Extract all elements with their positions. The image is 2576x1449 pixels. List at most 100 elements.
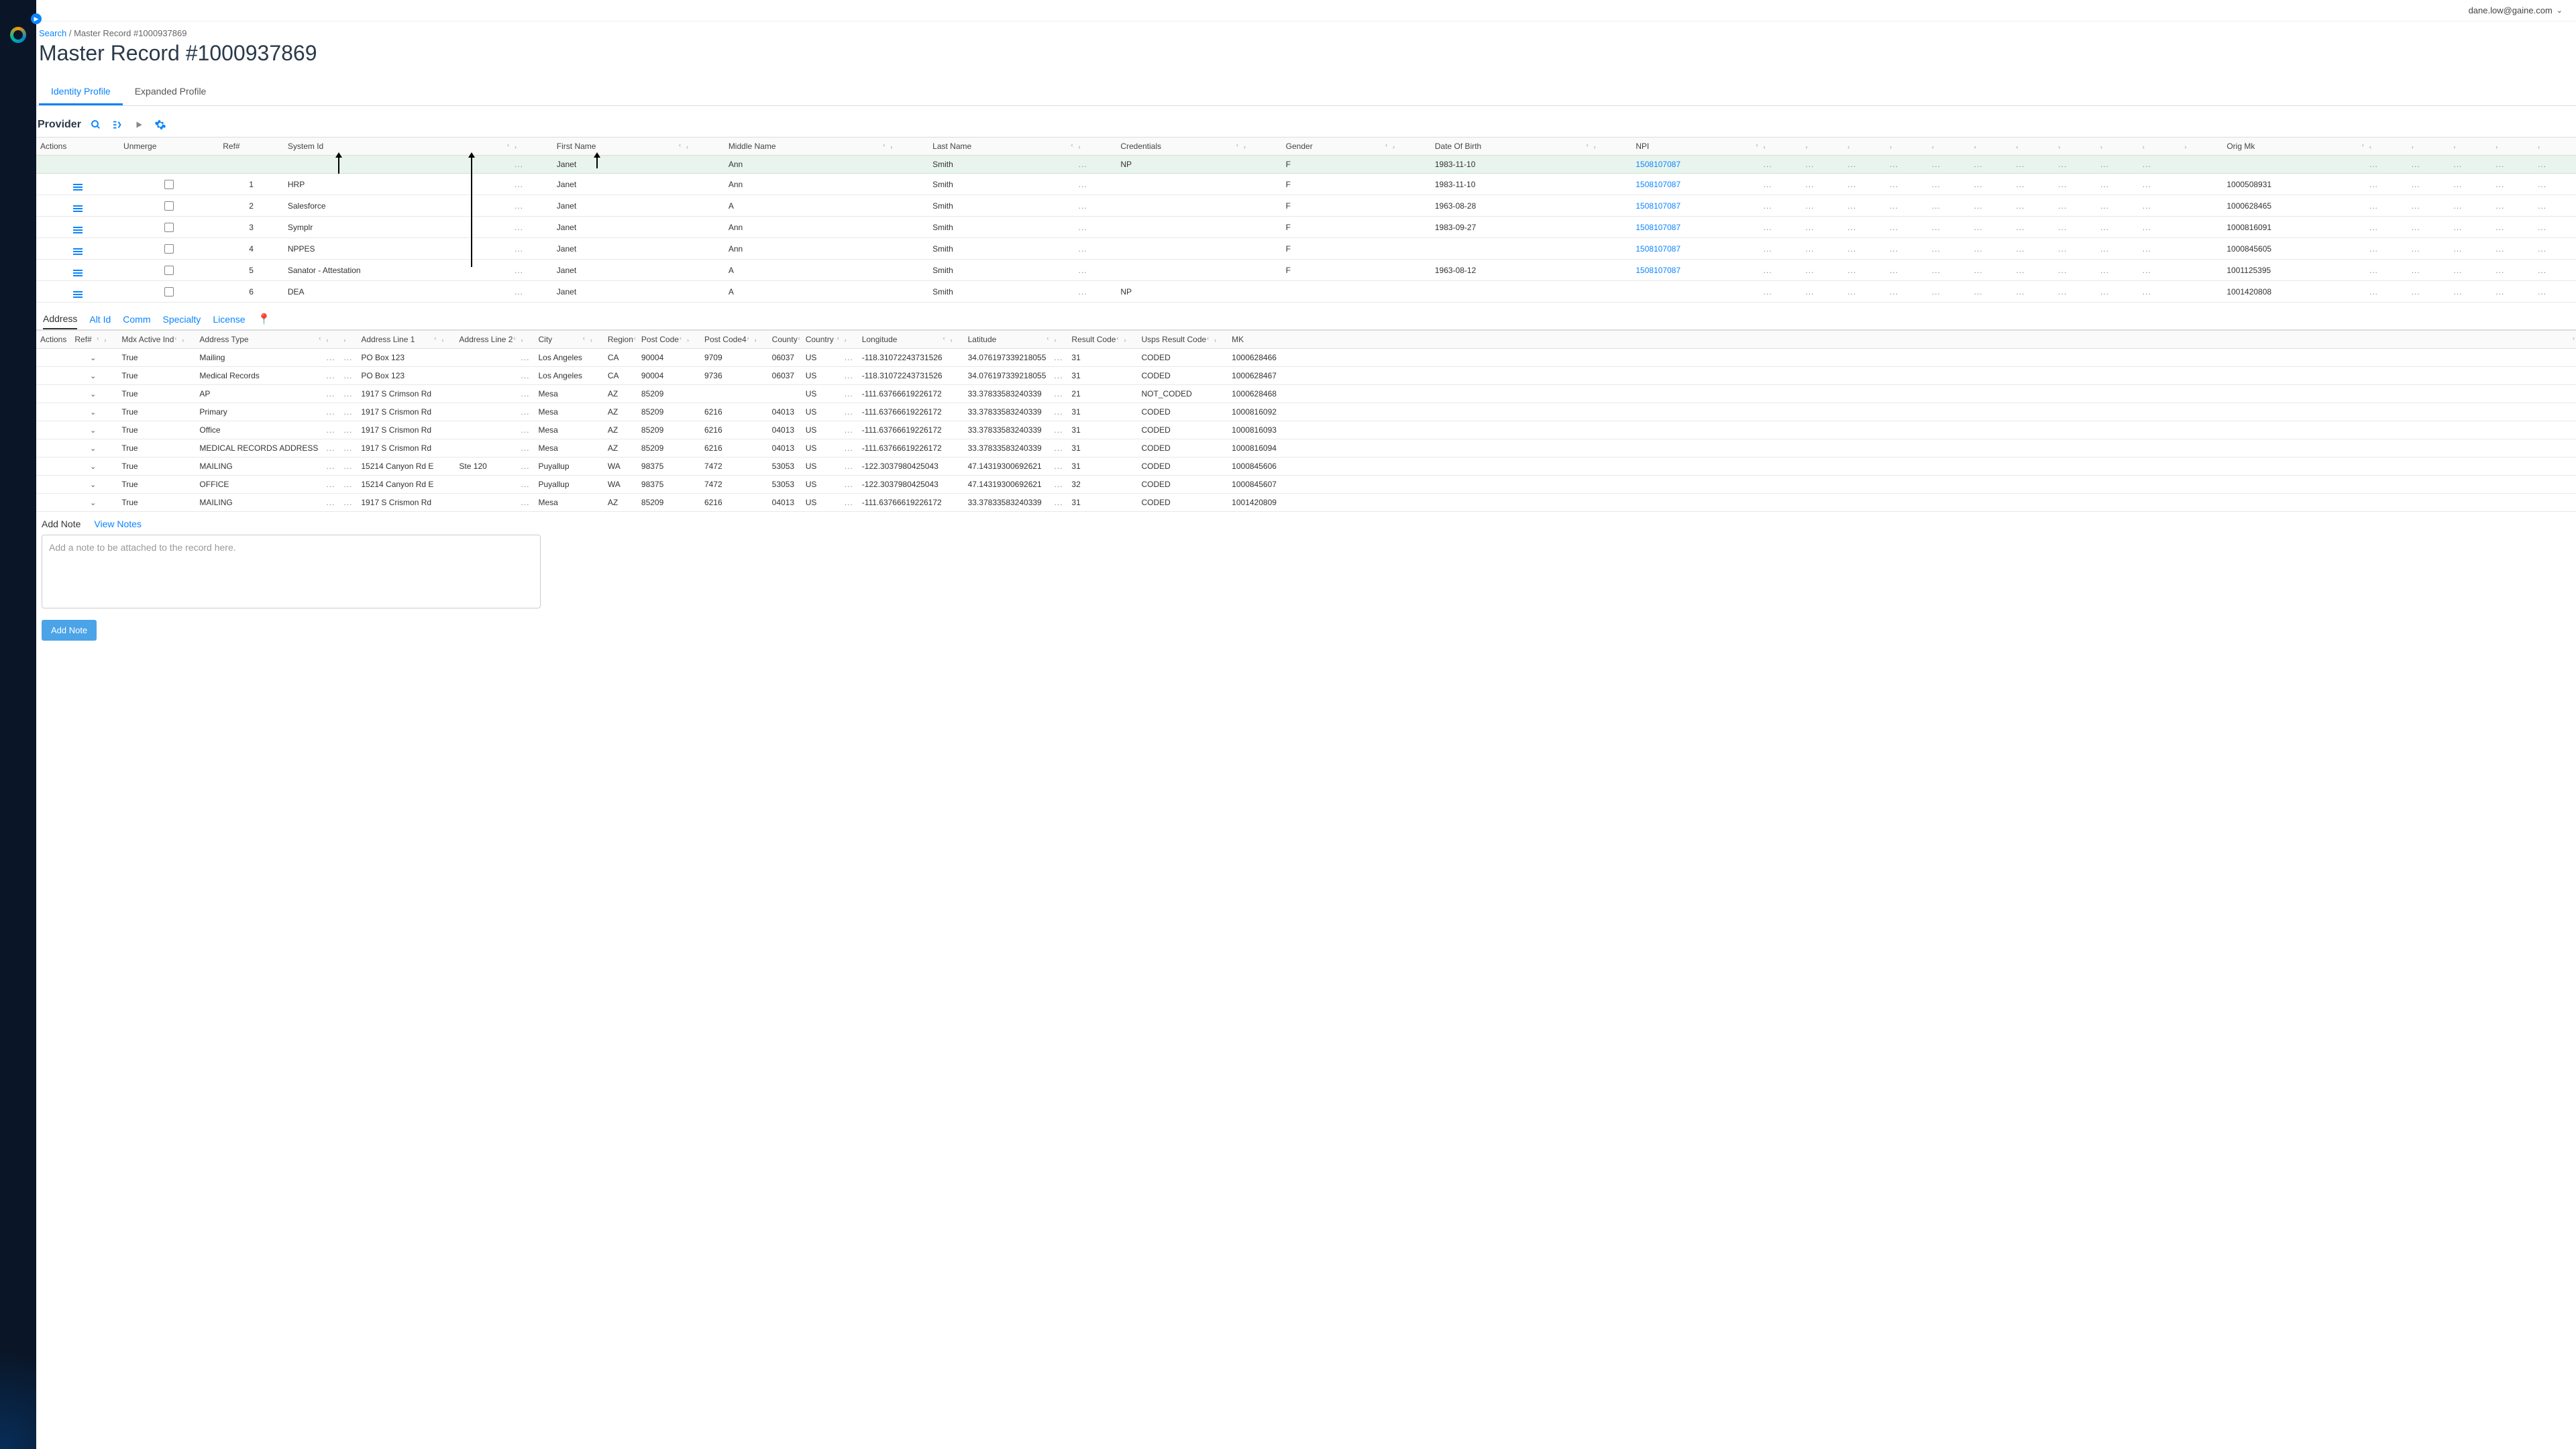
- more-icon[interactable]: ...: [517, 494, 534, 512]
- more-icon[interactable]: ...: [2096, 156, 2139, 174]
- more-icon[interactable]: ...: [1075, 238, 1117, 260]
- npi-link[interactable]: 1508107087: [1631, 238, 1759, 260]
- expand-row-icon[interactable]: ⌄: [70, 421, 100, 439]
- more-icon[interactable]: ...: [1886, 195, 1928, 217]
- column-header[interactable]: Longitude‹: [858, 331, 947, 349]
- more-icon[interactable]: ...: [1050, 403, 1067, 421]
- more-icon[interactable]: ...: [1075, 281, 1117, 303]
- more-icon[interactable]: ...: [2139, 238, 2181, 260]
- subtab-license[interactable]: License: [213, 310, 245, 329]
- expand-row-icon[interactable]: ⌄: [70, 494, 100, 512]
- more-icon[interactable]: ...: [1801, 174, 1843, 195]
- column-sort-icon[interactable]: ›: [1801, 138, 1843, 156]
- row-actions-icon[interactable]: [36, 260, 119, 281]
- more-icon[interactable]: ...: [2365, 217, 2408, 238]
- column-header[interactable]: Usps Result Code‹: [1137, 331, 1210, 349]
- more-icon[interactable]: ...: [2139, 281, 2181, 303]
- more-icon[interactable]: ...: [2491, 174, 2534, 195]
- more-icon[interactable]: ...: [511, 260, 553, 281]
- more-icon[interactable]: ...: [2054, 195, 2096, 217]
- more-icon[interactable]: ...: [1801, 217, 1843, 238]
- column-sort-icon[interactable]: ‹: [1760, 138, 1802, 156]
- unmerge-checkbox[interactable]: [119, 260, 219, 281]
- more-icon[interactable]: ...: [1760, 281, 1802, 303]
- more-icon[interactable]: ...: [1970, 238, 2012, 260]
- more-icon[interactable]: ...: [511, 217, 553, 238]
- column-header[interactable]: Last Name‹: [928, 138, 1074, 156]
- more-icon[interactable]: ...: [517, 458, 534, 476]
- more-icon[interactable]: ...: [1886, 238, 1928, 260]
- more-icon[interactable]: ...: [2365, 281, 2408, 303]
- more-icon[interactable]: ...: [841, 403, 858, 421]
- more-icon[interactable]: ...: [1843, 156, 1886, 174]
- more-icon[interactable]: ...: [2449, 156, 2491, 174]
- more-icon[interactable]: ...: [2534, 281, 2576, 303]
- more-icon[interactable]: ...: [322, 385, 339, 403]
- more-icon[interactable]: ...: [2012, 156, 2054, 174]
- more-icon[interactable]: ...: [2012, 260, 2054, 281]
- more-icon[interactable]: ...: [1843, 174, 1886, 195]
- more-icon[interactable]: ...: [2054, 156, 2096, 174]
- column-sort-icon[interactable]: ›: [1240, 138, 1282, 156]
- expand-row-icon[interactable]: ⌄: [70, 367, 100, 385]
- more-icon[interactable]: ...: [2096, 281, 2139, 303]
- user-email[interactable]: dane.low@gaine.com: [2469, 5, 2553, 15]
- more-icon[interactable]: ...: [1970, 281, 2012, 303]
- column-header[interactable]: Middle Name‹: [724, 138, 887, 156]
- more-icon[interactable]: ...: [841, 367, 858, 385]
- column-header[interactable]: Unmerge: [119, 138, 219, 156]
- more-icon[interactable]: ...: [1801, 195, 1843, 217]
- column-sort-icon[interactable]: ›: [2181, 138, 2223, 156]
- more-icon[interactable]: ...: [2012, 217, 2054, 238]
- more-icon[interactable]: ...: [1886, 174, 1928, 195]
- more-icon[interactable]: ...: [841, 458, 858, 476]
- more-icon[interactable]: ...: [322, 476, 339, 494]
- column-sort-icon[interactable]: ›: [2139, 138, 2181, 156]
- column-header[interactable]: First Name‹: [553, 138, 682, 156]
- column-header[interactable]: NPI‹: [1631, 138, 1759, 156]
- tab-identity-profile[interactable]: Identity Profile: [39, 79, 123, 105]
- more-icon[interactable]: ...: [2408, 217, 2450, 238]
- more-icon[interactable]: ...: [2139, 260, 2181, 281]
- more-icon[interactable]: ...: [1760, 156, 1802, 174]
- column-sort-icon[interactable]: ›: [1210, 331, 1228, 349]
- column-sort-icon[interactable]: ›: [1120, 331, 1137, 349]
- column-sort-icon[interactable]: ‹: [1843, 138, 1886, 156]
- user-menu-chevron-icon[interactable]: ⌄: [2557, 6, 2563, 15]
- expand-row-icon[interactable]: ⌄: [70, 439, 100, 458]
- column-sort-icon[interactable]: ›: [2491, 138, 2534, 156]
- sidebar-expand-icon[interactable]: ▶: [31, 13, 42, 24]
- more-icon[interactable]: ...: [1970, 260, 2012, 281]
- column-sort-icon[interactable]: ›: [1886, 138, 1928, 156]
- column-header[interactable]: Actions: [36, 138, 119, 156]
- more-icon[interactable]: ...: [1760, 238, 1802, 260]
- more-icon[interactable]: ...: [1050, 385, 1067, 403]
- more-icon[interactable]: ...: [2096, 238, 2139, 260]
- subtab-comm[interactable]: Comm: [123, 310, 150, 329]
- column-sort-icon[interactable]: ›: [178, 331, 195, 349]
- column-header[interactable]: Gender‹: [1282, 138, 1389, 156]
- more-icon[interactable]: ...: [517, 476, 534, 494]
- search-detail-icon[interactable]: [89, 118, 103, 131]
- more-icon[interactable]: ...: [841, 421, 858, 439]
- column-sort-icon[interactable]: ›: [841, 331, 858, 349]
- more-icon[interactable]: ...: [1801, 260, 1843, 281]
- npi-link[interactable]: 1508107087: [1631, 195, 1759, 217]
- more-icon[interactable]: ...: [1760, 260, 1802, 281]
- more-icon[interactable]: ...: [322, 421, 339, 439]
- unmerge-checkbox[interactable]: [119, 174, 219, 195]
- more-icon[interactable]: ...: [2491, 238, 2534, 260]
- more-icon[interactable]: ...: [1886, 260, 1928, 281]
- more-icon[interactable]: ...: [1843, 195, 1886, 217]
- more-icon[interactable]: ...: [511, 156, 553, 174]
- column-sort-icon[interactable]: ‹: [1928, 138, 1970, 156]
- more-icon[interactable]: ...: [2449, 195, 2491, 217]
- more-icon[interactable]: ...: [517, 403, 534, 421]
- more-icon[interactable]: ...: [322, 439, 339, 458]
- more-icon[interactable]: ...: [2449, 217, 2491, 238]
- row-actions-icon[interactable]: [36, 281, 119, 303]
- more-icon[interactable]: ...: [1801, 238, 1843, 260]
- more-icon[interactable]: ...: [2054, 281, 2096, 303]
- more-icon[interactable]: ...: [2408, 174, 2450, 195]
- more-icon[interactable]: ...: [2012, 281, 2054, 303]
